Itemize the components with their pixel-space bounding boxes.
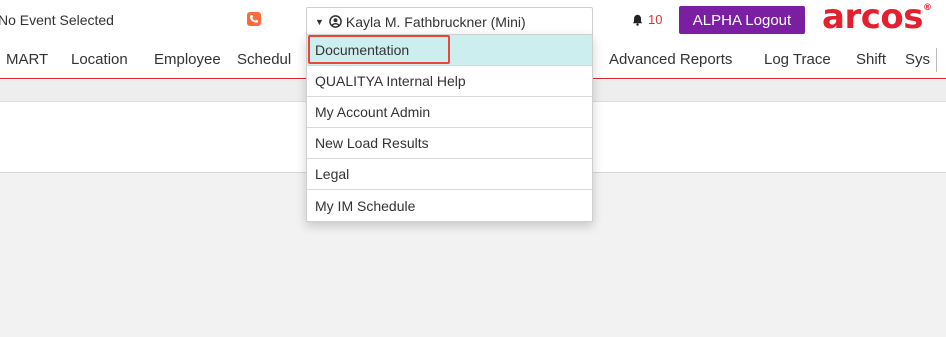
menu-item-internal-help[interactable]: QUALITYA Internal Help (307, 66, 592, 97)
menu-item-account-admin[interactable]: My Account Admin (307, 97, 592, 128)
menu-item-new-load-results[interactable]: New Load Results (307, 128, 592, 159)
nav-divider (936, 48, 937, 72)
user-circle-icon (329, 15, 342, 28)
user-name: Kayla M. Fathbruckner (Mini) (345, 13, 526, 30)
logout-button[interactable]: ALPHA Logout (679, 6, 805, 34)
nav-item-advanced-reports[interactable]: Advanced Reports (609, 51, 732, 68)
nav-item-shift[interactable]: Shift (856, 51, 886, 68)
bell-icon (632, 14, 643, 26)
logo-text: arcos (822, 0, 923, 37)
event-status: No Event Selected (0, 12, 114, 28)
nav-item-sys[interactable]: Sys (905, 51, 930, 68)
caret-down-icon: ▼ (315, 16, 324, 27)
nav-item-log-trace[interactable]: Log Trace (764, 51, 831, 68)
nav-item-location[interactable]: Location (71, 51, 128, 68)
logo-mark: ® (922, 3, 932, 13)
highlight-annotation (308, 35, 450, 64)
nav-item-employee[interactable]: Employee (154, 51, 221, 68)
phone-icon[interactable] (247, 12, 261, 26)
user-menu-toggle[interactable]: ▼ Kayla M. Fathbruckner (Mini) (306, 7, 593, 35)
nav-item-mart[interactable]: MART (6, 51, 48, 68)
menu-item-legal[interactable]: Legal (307, 159, 592, 190)
notification-count: 10 (648, 12, 663, 27)
notifications[interactable]: 10 (632, 12, 662, 27)
menu-item-im-schedule[interactable]: My IM Schedule (307, 190, 592, 221)
nav-item-schedule[interactable]: Schedul (237, 51, 291, 68)
arcos-logo: arcos® (822, 0, 932, 37)
